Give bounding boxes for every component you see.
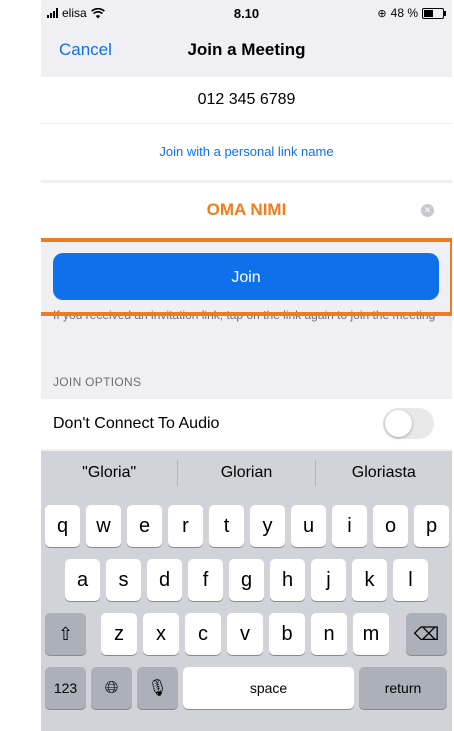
keyboard: "Gloria" Glorian Gloriasta qwertyuiop as… [41, 451, 452, 731]
key-1[interactable]: w [86, 505, 121, 547]
dont-connect-audio-row: Don't Connect To Audio [41, 399, 452, 449]
key-1[interactable]: x [143, 613, 179, 655]
key-5[interactable]: y [250, 505, 285, 547]
dont-connect-audio-label: Don't Connect To Audio [53, 415, 220, 432]
name-field[interactable]: OMA NIMI ✕ [41, 183, 452, 238]
battery-fill [424, 9, 433, 17]
keyboard-row-4: 123 🌐︎ 🎙︎ space return [41, 667, 452, 709]
suggestion-2[interactable]: Glorian [178, 451, 314, 495]
delete-key[interactable]: ⌫ [406, 613, 447, 655]
key-3[interactable]: f [188, 559, 223, 601]
alarm-icon: ⊕ [377, 7, 387, 20]
globe-icon: 🌐︎ [104, 678, 119, 697]
battery-icon [422, 7, 446, 19]
return-key[interactable]: return [359, 667, 447, 709]
toggle-knob [385, 410, 412, 437]
key-6[interactable]: m [353, 613, 389, 655]
key-0[interactable]: q [45, 505, 80, 547]
key-2[interactable]: d [147, 559, 182, 601]
shift-key[interactable]: ⇧ [45, 613, 86, 655]
shift-icon: ⇧ [57, 624, 74, 644]
key-3[interactable]: v [227, 613, 263, 655]
suggestion-bar: "Gloria" Glorian Gloriasta [41, 451, 452, 495]
keyboard-row-3: ⇧ ⌫ zxcvbnm [41, 613, 452, 655]
battery-percent: 48 % [390, 6, 418, 20]
status-right: ⊕ 48 % [377, 6, 446, 20]
status-bar: elisa 8.10 ⊕ 48 % [41, 0, 452, 26]
key-2[interactable]: e [127, 505, 162, 547]
key-7[interactable]: i [332, 505, 367, 547]
key-8[interactable]: o [373, 505, 408, 547]
key-4[interactable]: b [269, 613, 305, 655]
globe-key[interactable]: 🌐︎ [91, 667, 132, 709]
keyboard-row-1: qwertyuiop [41, 505, 452, 547]
keyboard-row-2: asdfghjkl [41, 559, 452, 601]
key-6[interactable]: j [311, 559, 346, 601]
nav-bar: Cancel Join a Meeting [41, 30, 452, 70]
delete-icon: ⌫ [413, 624, 440, 644]
key-6[interactable]: u [291, 505, 326, 547]
personal-link-button[interactable]: Join with a personal link name [41, 124, 452, 180]
key-3[interactable]: r [168, 505, 203, 547]
key-5[interactable]: n [311, 613, 347, 655]
key-0[interactable]: z [101, 613, 137, 655]
clear-icon[interactable]: ✕ [421, 204, 434, 217]
join-button-highlight [41, 238, 452, 316]
suggestion-1[interactable]: "Gloria" [41, 451, 177, 495]
key-7[interactable]: k [352, 559, 387, 601]
dont-connect-audio-toggle[interactable] [383, 408, 434, 439]
microphone-key[interactable]: 🎙︎ [137, 667, 178, 709]
numbers-key[interactable]: 123 [45, 667, 86, 709]
key-2[interactable]: c [185, 613, 221, 655]
key-8[interactable]: l [393, 559, 428, 601]
meeting-id-field[interactable]: 012 345 6789 [41, 77, 452, 123]
key-5[interactable]: h [270, 559, 305, 601]
key-4[interactable]: g [229, 559, 264, 601]
key-0[interactable]: a [65, 559, 100, 601]
key-1[interactable]: s [106, 559, 141, 601]
phone-screen: elisa 8.10 ⊕ 48 % Cancel Join a Meeting … [41, 0, 452, 731]
space-key[interactable]: space [183, 667, 354, 709]
key-9[interactable]: p [414, 505, 449, 547]
suggestion-3[interactable]: Gloriasta [316, 451, 452, 495]
microphone-icon: 🎙︎ [147, 680, 168, 697]
page-title: Join a Meeting [187, 40, 306, 59]
join-options-header: JOIN OPTIONS [53, 375, 142, 389]
key-4[interactable]: t [209, 505, 244, 547]
name-field-value: OMA NIMI [206, 200, 287, 219]
